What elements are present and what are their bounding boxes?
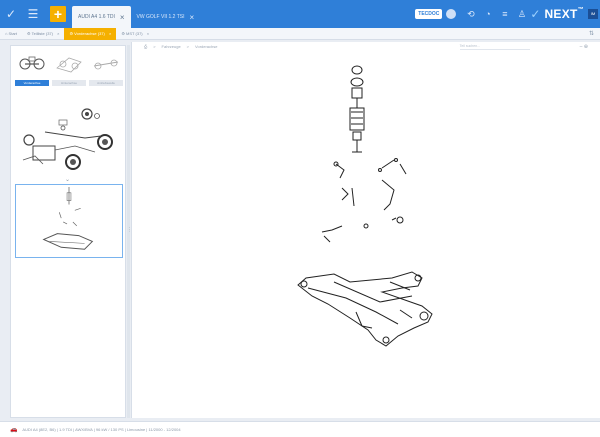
panel-splitter[interactable]: ⋮	[127, 45, 132, 418]
header-actions: TECDOC ⟲ ◔ ≡ ♙ ✓ NEXT™ IM	[415, 0, 600, 28]
close-icon[interactable]: ×	[120, 13, 125, 22]
viewer-toolbar: ⎙ > Fahrzeuge > Vorderachse Teil suchen.…	[132, 42, 600, 51]
logo-check-icon[interactable]: ✓	[0, 0, 22, 28]
doc-tab-label: VW GOLF VII 1.2 TSI	[136, 14, 185, 20]
logo-text: NEXT	[544, 7, 578, 21]
subtab-mst[interactable]: ⚙ MST (37) ×	[116, 28, 154, 40]
add-tab-button[interactable]: +	[50, 6, 66, 22]
doc-tab-active[interactable]: AUDI A4 1.6 TDI ×	[72, 6, 131, 28]
subframe-thumbnail-selected[interactable]	[15, 184, 123, 258]
zoom-icon[interactable]: – ⊕	[580, 44, 588, 50]
subtab-label: Teilliste (37)	[31, 30, 53, 36]
group-hinterachse[interactable]: Hinterachse	[52, 50, 86, 92]
status-bar: 🚗 AUDI A4 (8E2, B6) | 1.9 TDI | AWX/BVA …	[0, 421, 600, 437]
group-label: Hinterachse	[52, 80, 86, 86]
subtab-teilliste[interactable]: ⚙ Teilliste (37) ×	[22, 28, 64, 40]
menu-icon[interactable]: ☰	[22, 0, 44, 28]
group-panel: Vorderachse Hinterachse Antriebswelle ⌄	[10, 45, 126, 418]
list-icon[interactable]: ≡	[496, 9, 513, 19]
breadcrumb-separator: >	[186, 44, 190, 49]
close-icon[interactable]: ×	[109, 31, 111, 36]
front-axle-thumbnail-icon	[19, 56, 45, 70]
exploded-view-drawing[interactable]	[272, 60, 472, 350]
parts-icon: ⚙	[27, 30, 31, 36]
print-icon[interactable]: ⎙	[144, 44, 147, 49]
brand-sub-badge: IM	[588, 9, 598, 19]
close-icon[interactable]: ×	[190, 13, 195, 22]
history-icon[interactable]: ⟲	[462, 9, 479, 20]
logo-tm: ™	[577, 7, 584, 13]
app: ✓ ☰ + AUDI A4 1.6 TDI × VW GOLF VII 1.2 …	[0, 0, 600, 437]
breadcrumb-separator: >	[153, 44, 156, 49]
doc-tab-label: AUDI A4 1.6 TDI	[78, 14, 115, 20]
subtab-label: Start	[8, 30, 17, 36]
group-label: Vorderachse	[15, 80, 49, 86]
doc-tab-second[interactable]: VW GOLF VII 1.2 TSI ×	[131, 6, 201, 28]
subtab-label: MST (37)	[126, 30, 143, 36]
pin-icon[interactable]: ⇅	[589, 30, 594, 37]
group-antriebswelle[interactable]: Antriebswelle	[89, 50, 123, 92]
avatar[interactable]	[446, 9, 457, 19]
breadcrumb-item[interactable]: Fahrzeuge	[162, 44, 181, 49]
parts-icon: ⚙	[121, 30, 125, 36]
catalog-badge[interactable]: TECDOC	[415, 9, 443, 19]
parts-icon: ⚙	[69, 30, 74, 36]
drive-shaft-thumbnail-icon	[93, 59, 119, 70]
user-icon[interactable]: ♙	[513, 9, 530, 20]
close-icon[interactable]: ×	[57, 31, 59, 36]
search-input[interactable]: Teil suchen...	[459, 44, 530, 50]
car-icon: 🚗	[10, 427, 18, 433]
close-icon[interactable]: ×	[147, 31, 149, 36]
drawing-viewer: ⎙ > Fahrzeuge > Vorderachse Teil suchen.…	[131, 42, 600, 418]
subtab-vorderachse[interactable]: ⚙ Vorderachse (37) ×	[64, 27, 117, 40]
subtab-label: Vorderachse (37)	[74, 30, 105, 36]
subtab-start[interactable]: ⌂ Start	[0, 28, 22, 40]
bell-icon[interactable]: ◔	[479, 9, 496, 19]
sub-tabbar: ⌂ Start ⚙ Teilliste (37) × ⚙ Vorderachse…	[0, 27, 600, 40]
home-icon: ⌂	[5, 30, 8, 36]
breadcrumb-item[interactable]: Vorderachse	[195, 44, 217, 49]
exploded-axle-thumbnail[interactable]	[15, 102, 123, 176]
top-header: ✓ ☰ + AUDI A4 1.6 TDI × VW GOLF VII 1.2 …	[0, 0, 600, 28]
chevron-down-icon[interactable]: ⌄	[65, 176, 70, 183]
group-vorderachse[interactable]: Vorderachse	[15, 50, 49, 92]
group-label: Antriebswelle	[89, 80, 123, 86]
vehicle-info: AUDI A4 (8E2, B6) | 1.9 TDI | AWX/BVA | …	[22, 427, 181, 432]
logo-check-icon: ✓	[530, 7, 541, 21]
brand-logo: NEXT™	[544, 7, 584, 21]
rear-axle-thumbnail-icon	[56, 57, 82, 73]
group-selector: Vorderachse Hinterachse Antriebswelle	[11, 46, 125, 92]
